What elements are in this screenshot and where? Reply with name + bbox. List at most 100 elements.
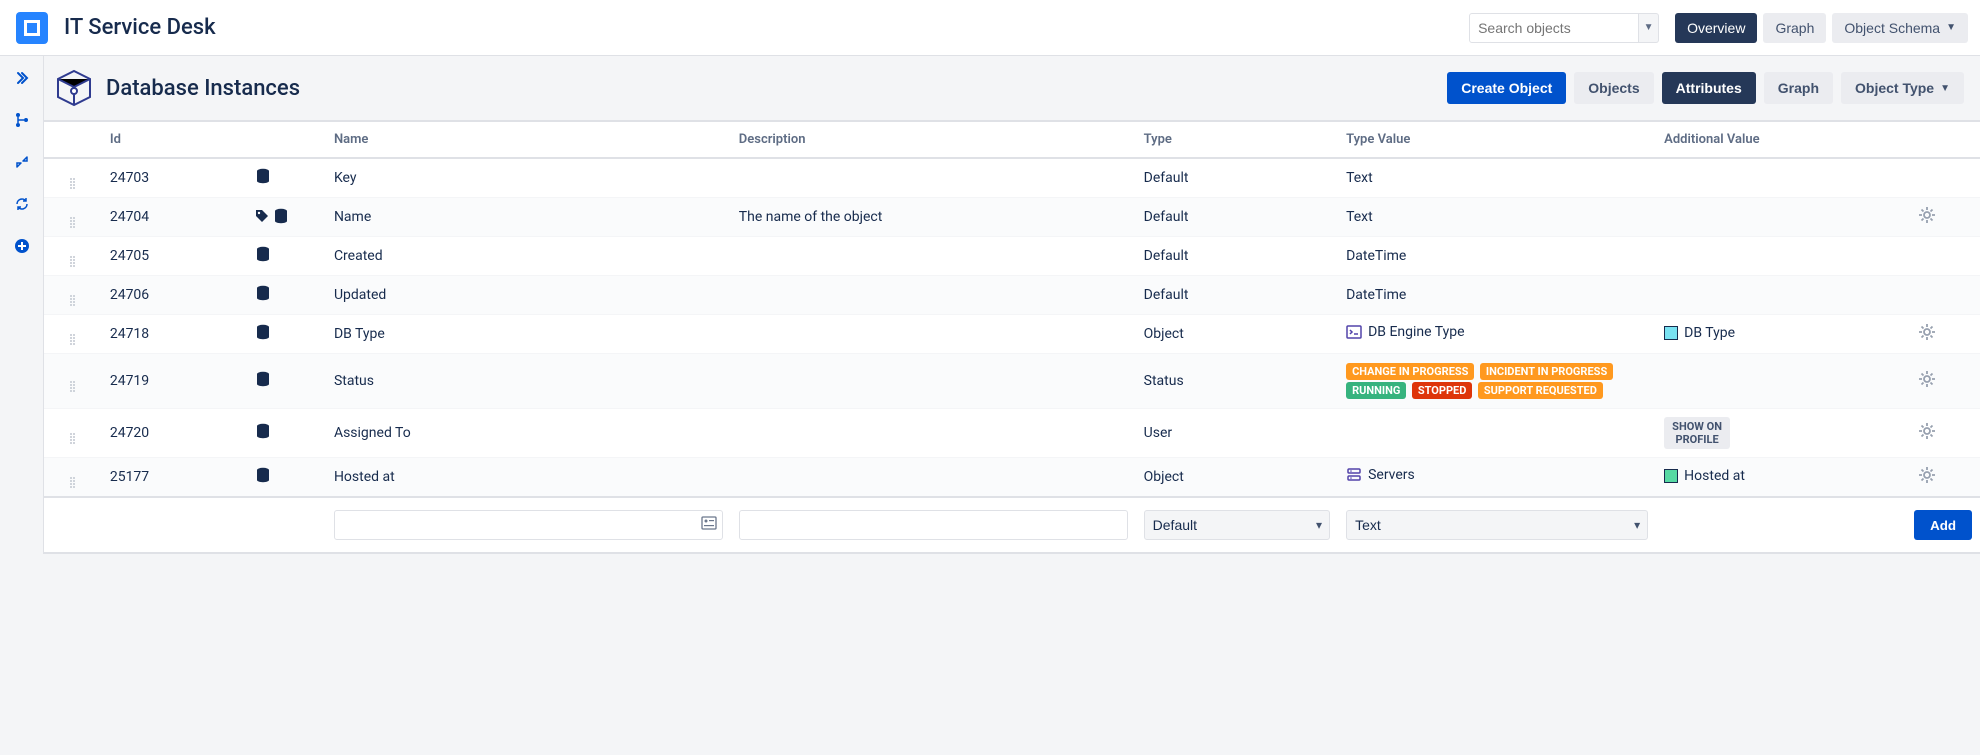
row-name[interactable]: Assigned To <box>326 409 731 458</box>
subheader: Database Instances Create Object Objects… <box>44 56 1980 122</box>
chevron-down-icon: ▼ <box>1940 83 1950 94</box>
row-description[interactable] <box>731 276 1136 315</box>
row-description[interactable] <box>731 237 1136 276</box>
sync-icon[interactable] <box>10 192 34 216</box>
chevron-down-icon: ▼ <box>1946 22 1956 33</box>
row-description[interactable] <box>731 315 1136 354</box>
type-value-text: DateTime <box>1346 287 1406 303</box>
app-logo-icon <box>12 8 52 48</box>
object-schema-dropdown[interactable]: Object Schema▼ <box>1832 13 1968 43</box>
row-description[interactable] <box>731 354 1136 409</box>
row-type: Default <box>1136 276 1338 315</box>
type-value-text: Text <box>1346 170 1373 186</box>
attributes-tab[interactable]: Attributes <box>1662 72 1756 104</box>
row-name[interactable]: Key <box>326 158 731 198</box>
collapse-icon[interactable] <box>10 150 34 174</box>
row-id: 24719 <box>102 354 247 409</box>
col-name: Name <box>326 122 731 158</box>
row-description[interactable] <box>731 409 1136 458</box>
left-rail <box>0 56 44 554</box>
additional-value-object[interactable]: Hosted at <box>1664 468 1745 484</box>
row-id: 24705 <box>102 237 247 276</box>
row-name[interactable]: Hosted at <box>326 458 731 498</box>
row-id: 25177 <box>102 458 247 498</box>
graph-tab[interactable]: Graph <box>1764 72 1833 104</box>
drag-handle-icon[interactable] <box>70 433 75 444</box>
row-name[interactable]: Status <box>326 354 731 409</box>
search-input[interactable] <box>1469 13 1639 43</box>
row-name[interactable]: Created <box>326 237 731 276</box>
main-content: Database Instances Create Object Objects… <box>44 56 1980 554</box>
expand-rail-button[interactable] <box>10 66 34 90</box>
color-swatch <box>1664 326 1678 340</box>
objects-tab[interactable]: Objects <box>1574 72 1653 104</box>
row-type: Status <box>1136 354 1338 409</box>
col-description: Description <box>731 122 1136 158</box>
drag-handle-icon[interactable] <box>70 178 75 189</box>
additional-value-object[interactable]: DB Type <box>1664 325 1735 341</box>
row-type: Object <box>1136 315 1338 354</box>
col-type-value: Type Value <box>1338 122 1656 158</box>
add-icon[interactable] <box>10 234 34 258</box>
gear-icon[interactable] <box>1918 370 1936 388</box>
page-title: Database Instances <box>106 76 300 101</box>
new-type-value-select[interactable]: Text <box>1346 510 1648 540</box>
top-bar: IT Service Desk ▼ Overview Graph Object … <box>0 0 1980 56</box>
database-icon <box>254 284 272 306</box>
attributes-table: Id Name Description Type Type Value Addi… <box>44 122 1980 554</box>
table-row: 24704NameThe name of the objectDefaultTe… <box>44 198 1980 237</box>
row-description[interactable] <box>731 158 1136 198</box>
row-description[interactable]: The name of the object <box>731 198 1136 237</box>
row-id: 24706 <box>102 276 247 315</box>
type-value-text: DateTime <box>1346 248 1406 264</box>
row-type: Default <box>1136 158 1338 198</box>
col-id: Id <box>102 122 247 158</box>
new-type-select[interactable]: Default <box>1144 510 1330 540</box>
database-icon <box>254 370 272 392</box>
row-description[interactable] <box>731 458 1136 498</box>
gear-icon[interactable] <box>1918 323 1936 341</box>
row-type: Default <box>1136 198 1338 237</box>
app-title: IT Service Desk <box>64 15 216 40</box>
row-type: User <box>1136 409 1338 458</box>
row-id: 24720 <box>102 409 247 458</box>
table-row: 25177Hosted atObjectServersHosted at <box>44 458 1980 498</box>
drag-handle-icon[interactable] <box>70 295 75 306</box>
color-swatch <box>1664 469 1678 483</box>
drag-handle-icon[interactable] <box>70 256 75 267</box>
col-additional-value: Additional Value <box>1656 122 1873 158</box>
graph-button[interactable]: Graph <box>1763 13 1826 43</box>
drag-handle-icon[interactable] <box>70 334 75 345</box>
type-value-text: Text <box>1346 209 1373 225</box>
gear-icon[interactable] <box>1918 206 1936 224</box>
database-icon <box>254 466 272 488</box>
status-lozenge: SUPPORT REQUESTED <box>1478 382 1603 399</box>
status-lozenge: RUNNING <box>1346 382 1406 399</box>
search-dropdown-button[interactable]: ▼ <box>1639 13 1659 43</box>
type-value-object[interactable]: DB Engine Type <box>1346 324 1464 340</box>
tag-database-icon <box>254 207 290 225</box>
gear-icon[interactable] <box>1918 466 1936 484</box>
row-name[interactable]: Updated <box>326 276 731 315</box>
create-object-button[interactable]: Create Object <box>1447 72 1566 104</box>
drag-handle-icon[interactable] <box>70 477 75 488</box>
tree-icon[interactable] <box>10 108 34 132</box>
type-value-object[interactable]: Servers <box>1346 467 1415 483</box>
table-row: 24720Assigned ToUserSHOW ONPROFILE <box>44 409 1980 458</box>
new-description-input[interactable] <box>739 510 1128 540</box>
database-icon <box>254 422 272 444</box>
drag-handle-icon[interactable] <box>70 217 75 228</box>
row-name[interactable]: Name <box>326 198 731 237</box>
database-icon <box>254 323 272 345</box>
overview-button[interactable]: Overview <box>1675 13 1757 43</box>
cube-icon <box>52 66 96 110</box>
object-type-dropdown[interactable]: Object Type▼ <box>1841 72 1964 104</box>
new-attribute-row: Default Text Add <box>44 497 1980 553</box>
drag-handle-icon[interactable] <box>70 381 75 392</box>
row-name[interactable]: DB Type <box>326 315 731 354</box>
gear-icon[interactable] <box>1918 422 1936 440</box>
row-id: 24703 <box>102 158 247 198</box>
table-row: 24705CreatedDefaultDateTime <box>44 237 1980 276</box>
new-name-input[interactable] <box>334 510 723 540</box>
add-button[interactable]: Add <box>1914 510 1972 540</box>
